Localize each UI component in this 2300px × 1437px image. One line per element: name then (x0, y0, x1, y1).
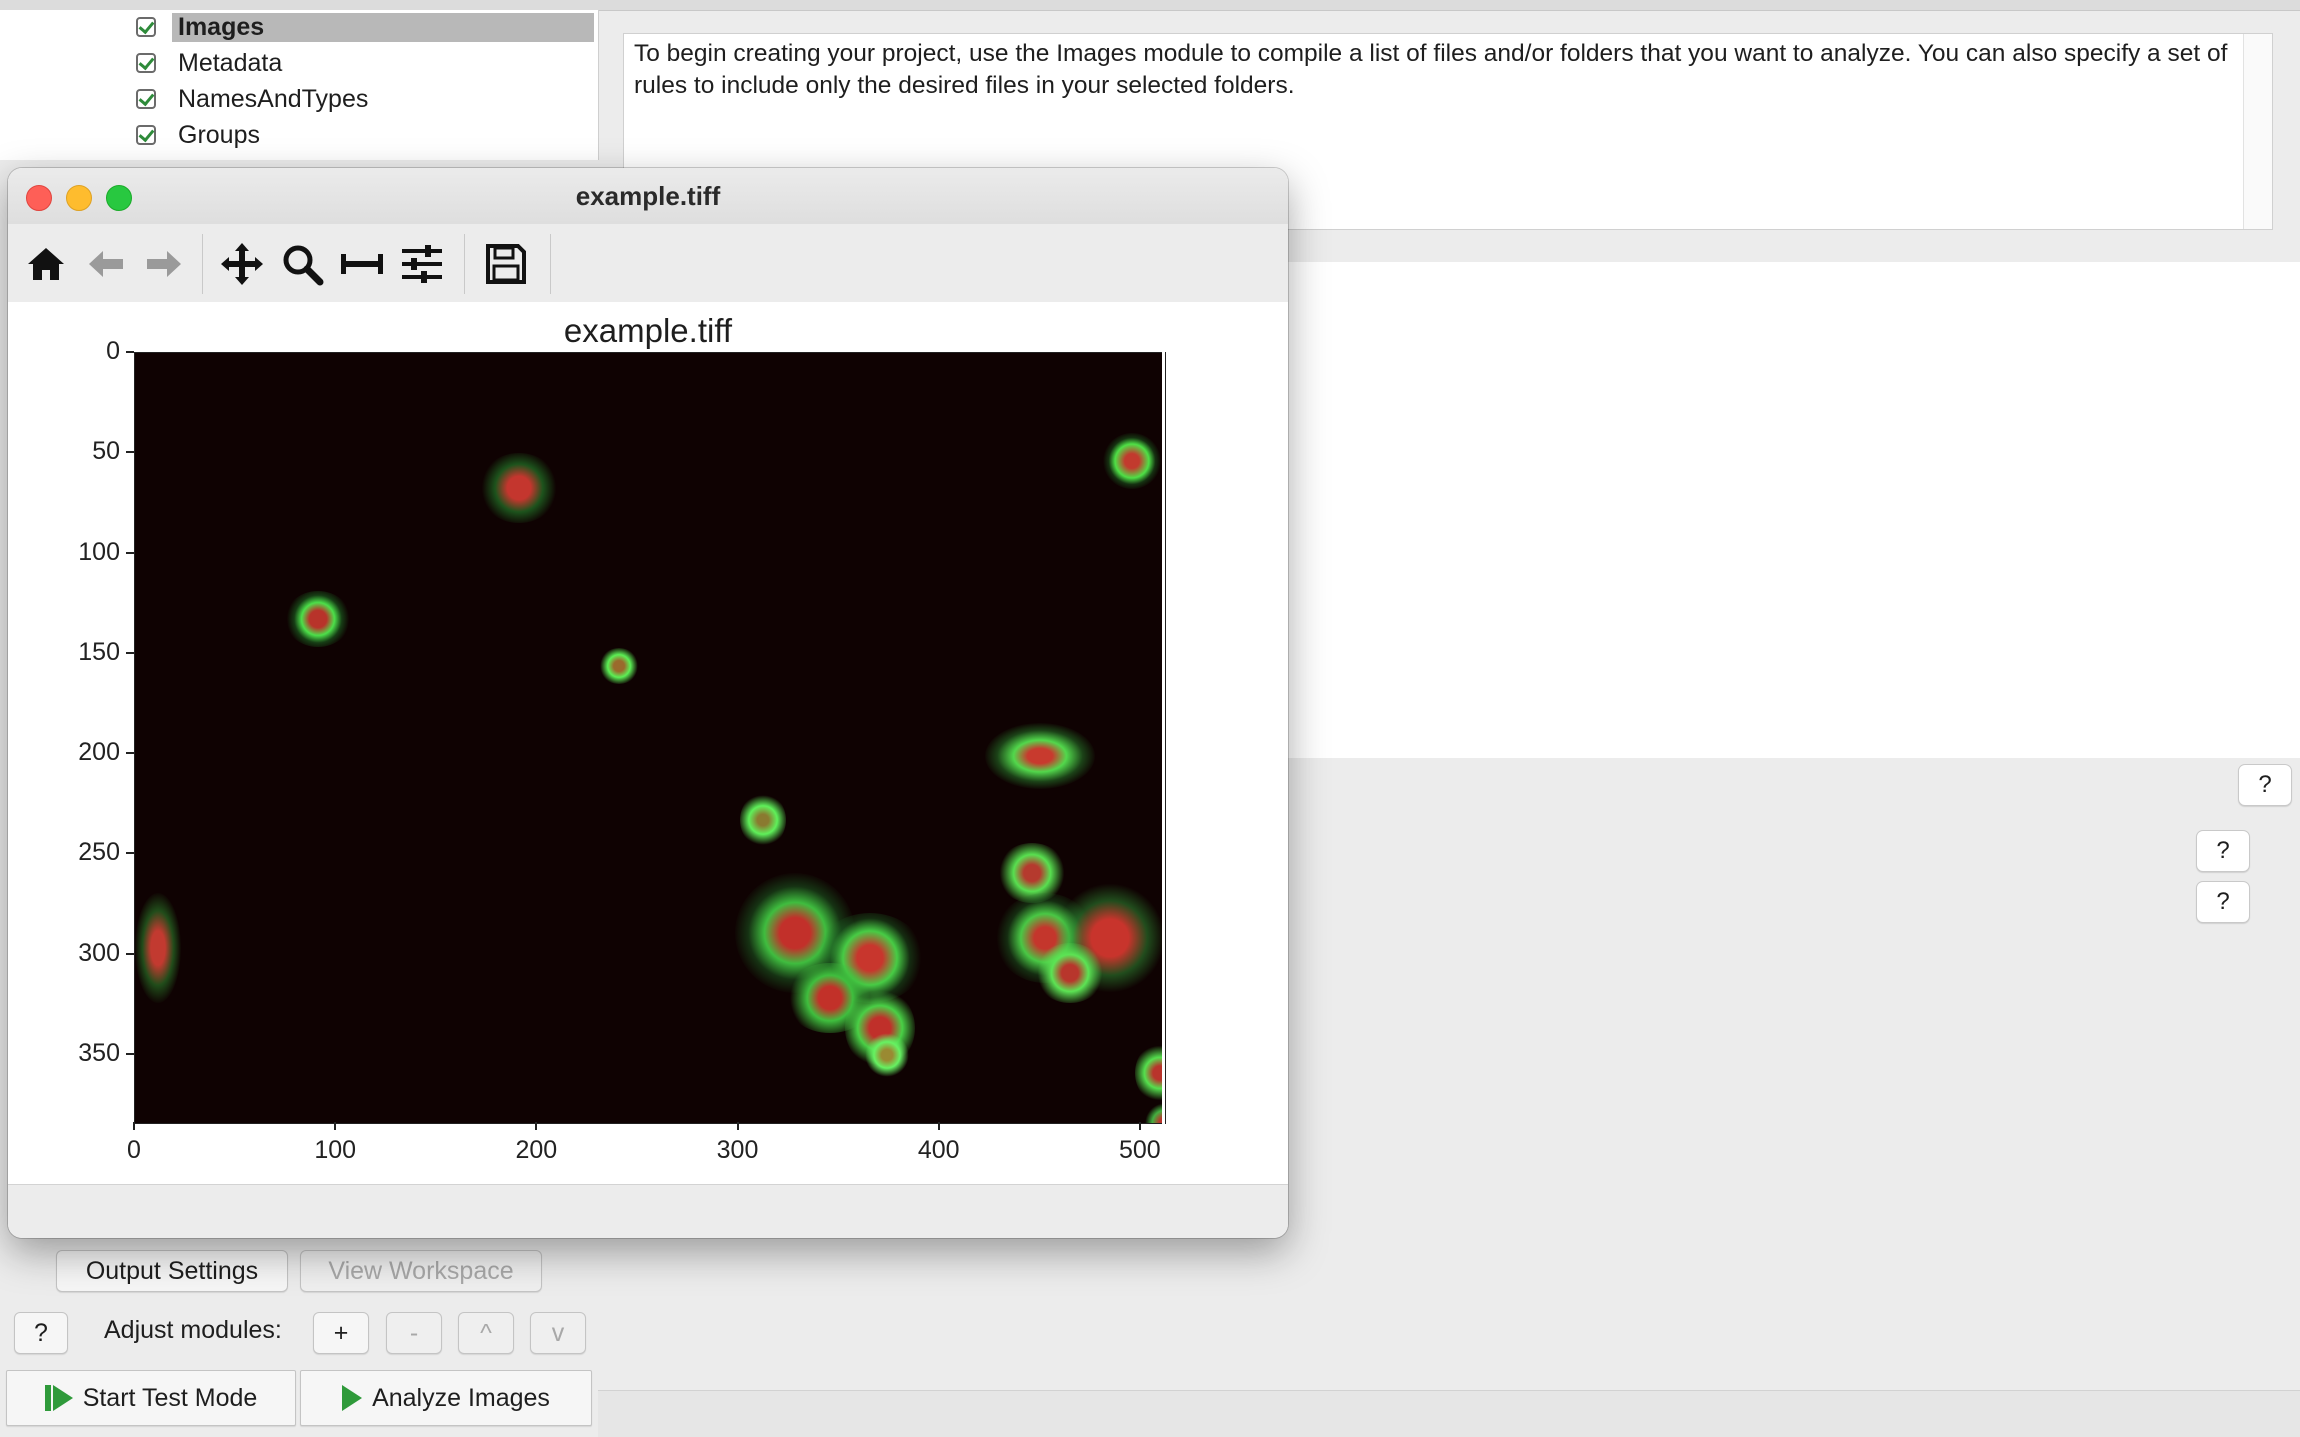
subplots-adjust-icon[interactable] (338, 240, 386, 288)
navigation-toolbar (8, 224, 1288, 302)
add-module-button[interactable]: + (313, 1312, 369, 1354)
y-tick-mark (126, 852, 134, 855)
module-settings-panel-right (1290, 262, 2300, 758)
module-enabled-check-icon[interactable] (136, 125, 156, 145)
x-tick-mark (334, 1122, 337, 1130)
y-tick-label: 150 (78, 637, 120, 666)
help-scrollbar[interactable] (2243, 34, 2272, 229)
y-tick-label: 300 (78, 938, 120, 967)
help-button[interactable]: ? (14, 1312, 68, 1354)
chart-title: example.tiff (563, 312, 733, 349)
figure-status-bar (8, 1184, 1288, 1238)
x-tick-label: 400 (917, 1136, 960, 1164)
module-label: Metadata (178, 48, 283, 77)
module-item-namesandtypes[interactable]: NamesAndTypes (136, 82, 368, 116)
move-down-button[interactable]: v (530, 1312, 586, 1354)
x-tick-mark (937, 1122, 940, 1130)
help-button[interactable]: ? (2196, 881, 2250, 923)
cell-blob (135, 893, 181, 1003)
output-settings-button[interactable]: Output Settings (56, 1250, 288, 1292)
y-tick-label: 200 (78, 738, 120, 767)
play-icon (342, 1385, 363, 1411)
cell-blob (985, 723, 1095, 789)
y-tick-label: 100 (78, 537, 120, 566)
status-bar (598, 1390, 2300, 1437)
zoom-magnifier-icon[interactable] (278, 240, 326, 288)
forward-arrow-icon[interactable] (140, 240, 188, 288)
remove-module-button[interactable]: - (386, 1312, 442, 1354)
window-titlebar[interactable]: example.tiff (8, 168, 1288, 225)
y-tick-mark (126, 1052, 134, 1055)
back-arrow-icon[interactable] (82, 240, 130, 288)
test-mode-icon (44, 1385, 73, 1411)
y-tick-mark (126, 952, 134, 955)
cell-blob (1103, 433, 1161, 489)
x-tick-label: 500 (1119, 1136, 1161, 1164)
x-tick-label: 200 (515, 1136, 558, 1164)
module-label: Images (172, 12, 594, 42)
adjust-modules-label: Adjust modules: (104, 1316, 282, 1344)
y-tick-label: 250 (78, 838, 120, 867)
view-workspace-button[interactable]: View Workspace (300, 1250, 542, 1292)
toolbar-separator (202, 234, 203, 294)
x-tick-mark (1138, 1122, 1141, 1130)
x-tick-label: 0 (127, 1136, 141, 1164)
module-help-text: To begin creating your project, use the … (634, 40, 2228, 99)
save-floppy-icon[interactable] (482, 240, 530, 288)
module-enabled-check-icon[interactable] (136, 17, 156, 37)
analyze-images-button[interactable]: Analyze Images (300, 1370, 592, 1426)
y-tick-mark (126, 551, 134, 554)
y-tick-mark (126, 651, 134, 654)
y-tick-label: 350 (78, 1038, 120, 1067)
pipeline-module-list: Images Metadata NamesAndTypes Groups (0, 10, 599, 160)
x-tick-label: 300 (716, 1136, 759, 1164)
move-up-button[interactable]: ^ (458, 1312, 514, 1354)
y-tick-label: 50 (92, 437, 120, 466)
start-test-mode-label: Start Test Mode (82, 1383, 258, 1412)
cell-blob (599, 648, 639, 684)
x-tick-label: 100 (314, 1136, 357, 1164)
window-title: example.tiff (575, 181, 721, 211)
cell-blob (285, 591, 351, 647)
module-label: NamesAndTypes (178, 84, 369, 113)
pan-move-icon[interactable] (218, 240, 266, 288)
figure-window: example.tiff example.tiff 0 100 200 300 … (8, 168, 1288, 1238)
x-tick-mark (535, 1122, 538, 1130)
start-test-mode-button[interactable]: Start Test Mode (6, 1370, 296, 1426)
cell-blob (479, 453, 559, 523)
cell-blob (1035, 943, 1105, 1003)
image-display[interactable] (134, 352, 1166, 1124)
image-edge (1162, 352, 1165, 1124)
plot-canvas[interactable]: example.tiff 0 100 200 300 400 500 0 50 100 150 20… (8, 302, 1288, 1184)
module-item-metadata[interactable]: Metadata (136, 46, 282, 80)
toolbar-separator (464, 234, 465, 294)
y-tick-mark (126, 451, 134, 454)
cell-blob (740, 793, 786, 847)
module-enabled-check-icon[interactable] (136, 89, 156, 109)
analyze-images-label: Analyze Images (372, 1383, 550, 1412)
module-label: Groups (178, 120, 260, 149)
cell-blob (865, 1033, 909, 1077)
y-tick-mark (126, 752, 134, 755)
module-item-images[interactable]: Images (136, 10, 594, 44)
home-icon[interactable] (22, 240, 70, 288)
help-button[interactable]: ? (2196, 830, 2250, 872)
toolbar-separator (550, 234, 551, 294)
module-enabled-check-icon[interactable] (136, 53, 156, 73)
x-tick-mark (736, 1122, 739, 1130)
help-button[interactable]: ? (2238, 764, 2292, 806)
y-tick-mark (126, 351, 134, 353)
y-tick-label: 0 (106, 337, 120, 365)
module-item-groups[interactable]: Groups (136, 118, 260, 152)
x-tick-mark (133, 1122, 135, 1130)
configure-sliders-icon[interactable] (398, 240, 446, 288)
